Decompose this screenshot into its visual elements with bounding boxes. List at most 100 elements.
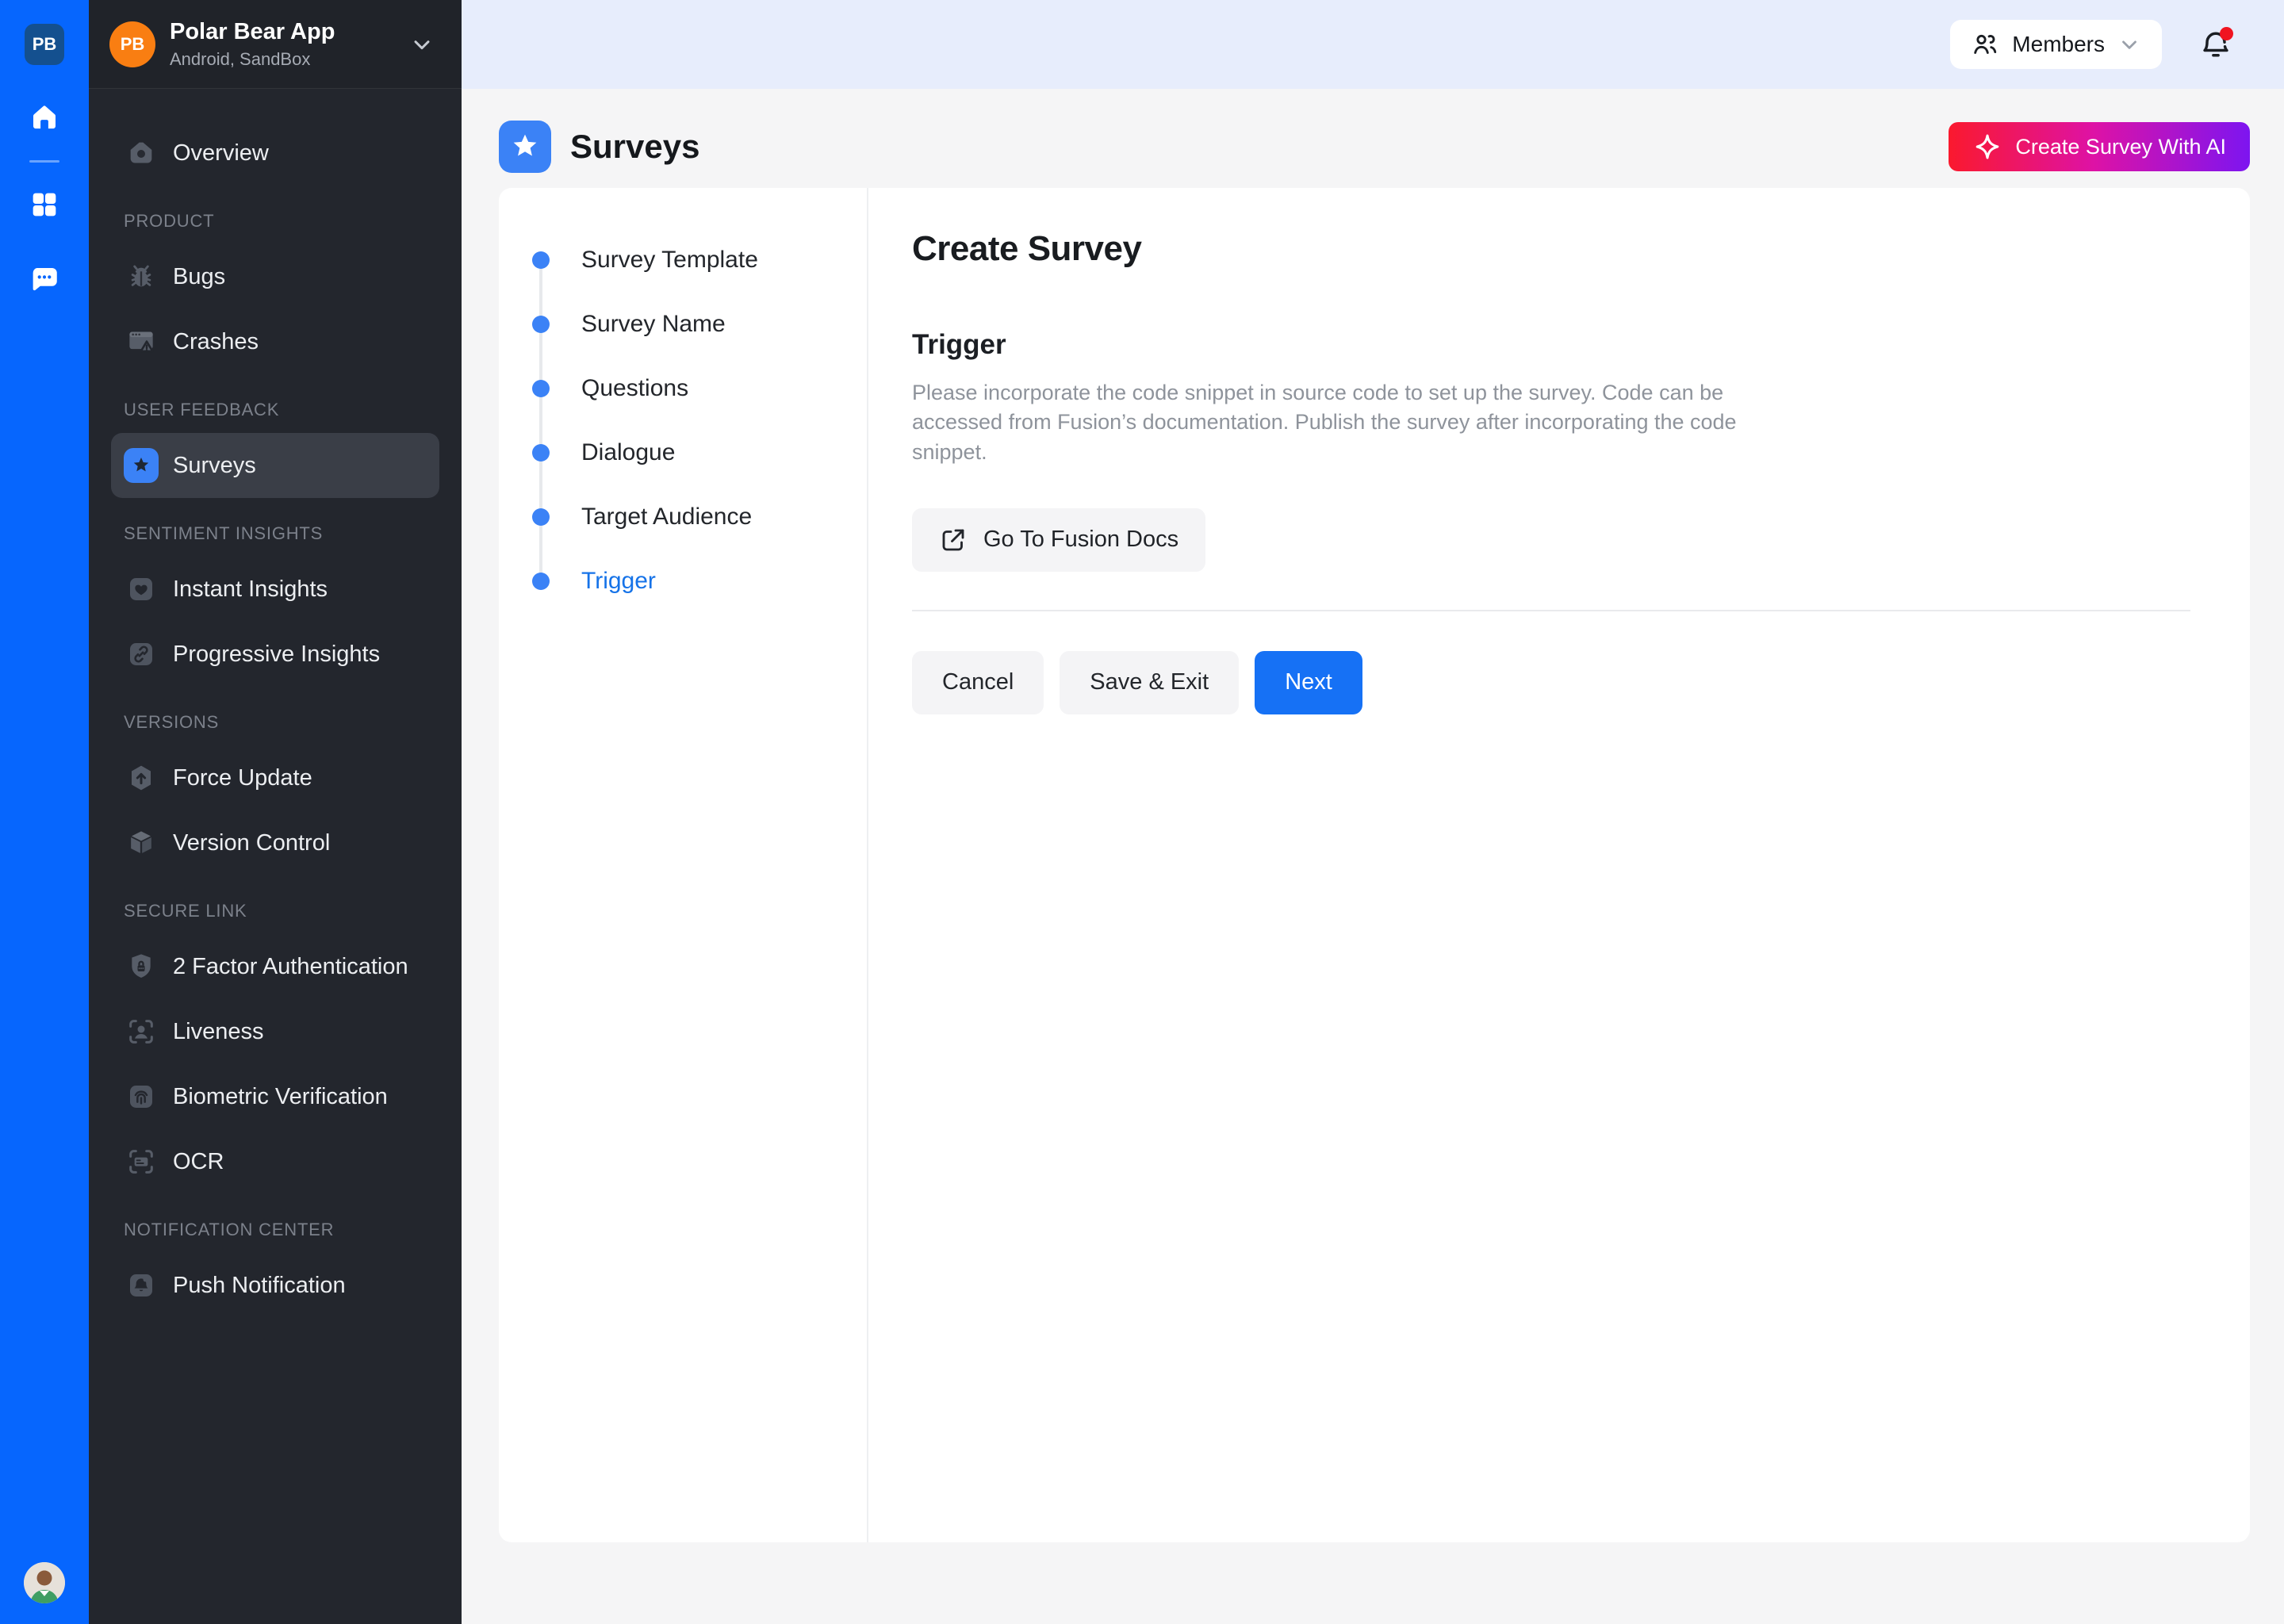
sidebar-item-instant-insights[interactable]: Instant Insights <box>111 557 439 622</box>
chevron-down-icon <box>2117 33 2141 56</box>
sidebar-nav: Overview PRODUCT Bugs Crashes USER FEEDB… <box>89 89 462 1334</box>
sidebar-item-label: Push Notification <box>173 1273 346 1299</box>
cancel-button[interactable]: Cancel <box>912 651 1044 714</box>
home-icon[interactable] <box>26 100 63 136</box>
sidebar-item-label: OCR <box>173 1149 224 1175</box>
notifications-button[interactable] <box>2197 25 2235 63</box>
sidebar-item-crashes[interactable]: Crashes <box>111 309 439 374</box>
step-dot <box>532 573 550 590</box>
workspace-badge[interactable]: PB <box>25 24 64 65</box>
form-divider <box>912 610 2190 611</box>
overview-icon <box>124 136 159 170</box>
trigger-section-title: Trigger <box>912 329 2190 361</box>
crash-window-icon <box>124 324 159 359</box>
step-target-audience[interactable]: Target Audience <box>532 485 867 549</box>
step-label: Survey Name <box>581 311 726 338</box>
page-header: Surveys Create Survey With AI <box>499 121 2250 173</box>
wizard-panel: Create Survey Trigger Please incorporate… <box>868 188 2250 1542</box>
sidebar-item-2fa[interactable]: 2 Factor Authentication <box>111 934 439 999</box>
chat-icon[interactable] <box>26 261 63 297</box>
sidebar-item-label: Surveys <box>173 453 256 479</box>
sidebar: PB Polar Bear App Android, SandBox Overv… <box>89 0 462 1624</box>
sidebar-item-label: Instant Insights <box>173 576 328 603</box>
app-name: Polar Bear App <box>170 18 335 46</box>
bug-icon <box>124 259 159 294</box>
sidebar-item-progressive-insights[interactable]: Progressive Insights <box>111 622 439 687</box>
step-dialogue[interactable]: Dialogue <box>532 420 867 485</box>
external-link-icon <box>939 526 968 554</box>
step-survey-template[interactable]: Survey Template <box>532 228 867 292</box>
save-exit-button[interactable]: Save & Exit <box>1060 651 1239 714</box>
app-root: PB PB Polar Bear App Android, SandBox <box>0 0 2284 1624</box>
surveys-star-icon <box>499 121 551 173</box>
members-label: Members <box>2012 32 2105 57</box>
shield-lock-icon <box>124 949 159 984</box>
steps-connector-line <box>539 259 542 580</box>
sidebar-item-version-control[interactable]: Version Control <box>111 810 439 875</box>
page-content: Surveys Create Survey With AI Survey Tem… <box>462 89 2284 1624</box>
link-icon <box>124 637 159 672</box>
app-rail: PB <box>0 0 89 1624</box>
wizard-heading: Create Survey <box>912 229 2190 269</box>
go-to-fusion-docs-button[interactable]: Go To Fusion Docs <box>912 508 1205 572</box>
topbar: Members <box>462 0 2284 89</box>
sidebar-item-label: Crashes <box>173 329 259 355</box>
chevron-down-icon <box>409 32 435 57</box>
heart-icon <box>124 572 159 607</box>
step-label: Dialogue <box>581 439 675 466</box>
sidebar-item-force-update[interactable]: Force Update <box>111 745 439 810</box>
main-area: Members Surveys Create Survey With AI <box>462 0 2284 1624</box>
go-to-fusion-docs-label: Go To Fusion Docs <box>983 527 1178 553</box>
sidebar-item-label: Biometric Verification <box>173 1084 388 1110</box>
fingerprint-icon <box>124 1079 159 1114</box>
app-subtitle: Android, SandBox <box>170 49 335 70</box>
section-label-secure-link: SECURE LINK <box>111 901 439 921</box>
members-icon <box>1971 30 1999 59</box>
section-label-notification-center: NOTIFICATION CENTER <box>111 1220 439 1240</box>
create-survey-card: Survey Template Survey Name Questions Di… <box>499 188 2250 1542</box>
create-survey-ai-button[interactable]: Create Survey With AI <box>1949 122 2250 171</box>
sidebar-item-label: Bugs <box>173 264 225 290</box>
section-label-product: PRODUCT <box>111 211 439 232</box>
step-questions[interactable]: Questions <box>532 356 867 420</box>
cube-icon <box>124 825 159 860</box>
card-scan-icon <box>124 1144 159 1179</box>
page-title: Surveys <box>570 128 699 166</box>
sidebar-item-label: Liveness <box>173 1019 263 1045</box>
step-label: Trigger <box>581 568 656 595</box>
members-button[interactable]: Members <box>1950 20 2162 69</box>
force-update-icon <box>124 760 159 795</box>
step-label: Survey Template <box>581 247 758 274</box>
app-avatar: PB <box>109 21 155 67</box>
step-label: Target Audience <box>581 504 752 530</box>
step-dot <box>532 508 550 526</box>
sidebar-item-push-notification[interactable]: Push Notification <box>111 1253 439 1318</box>
app-meta: Polar Bear App Android, SandBox <box>170 18 335 70</box>
create-survey-ai-label: Create Survey With AI <box>2015 135 2226 159</box>
wizard-actions: Cancel Save & Exit Next <box>912 651 2190 714</box>
next-button[interactable]: Next <box>1255 651 1362 714</box>
app-switcher[interactable]: PB Polar Bear App Android, SandBox <box>89 0 462 89</box>
bell-badge-icon <box>124 1268 159 1303</box>
sidebar-item-surveys[interactable]: Surveys <box>111 433 439 498</box>
sidebar-item-bugs[interactable]: Bugs <box>111 244 439 309</box>
sidebar-item-label: 2 Factor Authentication <box>173 954 408 980</box>
sidebar-item-label: Version Control <box>173 830 330 856</box>
sidebar-item-label: Progressive Insights <box>173 642 380 668</box>
notification-unread-dot <box>2220 27 2233 40</box>
step-survey-name[interactable]: Survey Name <box>532 292 867 356</box>
step-dot <box>532 251 550 269</box>
step-dot <box>532 316 550 333</box>
user-avatar[interactable] <box>24 1562 65 1603</box>
apps-grid-icon[interactable] <box>26 186 63 223</box>
sidebar-item-ocr[interactable]: OCR <box>111 1129 439 1194</box>
sidebar-item-biometric-verification[interactable]: Biometric Verification <box>111 1064 439 1129</box>
trigger-description: Please incorporate the code snippet in s… <box>912 378 1776 467</box>
step-label: Questions <box>581 375 688 402</box>
step-dot <box>532 380 550 397</box>
step-trigger[interactable]: Trigger <box>532 549 867 613</box>
rail-divider <box>29 160 59 163</box>
sidebar-item-overview[interactable]: Overview <box>111 121 439 186</box>
face-scan-icon <box>124 1014 159 1049</box>
sidebar-item-liveness[interactable]: Liveness <box>111 999 439 1064</box>
